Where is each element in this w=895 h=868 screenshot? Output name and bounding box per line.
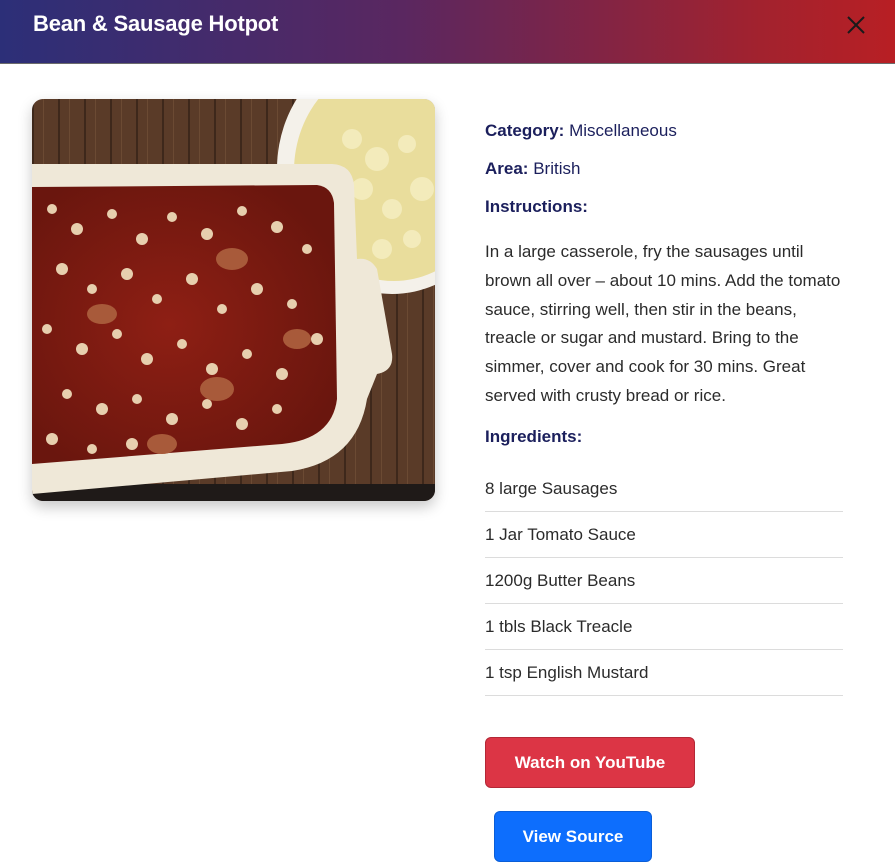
instructions-text: In a large casserole, fry the sausages u… [485,242,841,405]
close-icon [847,16,865,34]
ingredient-item: 8 large Sausages [485,466,843,512]
ingredient-item: 1 tbls Black Treacle [485,604,843,650]
close-button[interactable] [840,10,872,42]
ingredients-heading: Ingredients: [485,427,583,446]
recipe-image [32,99,435,501]
area-row: Area: British [485,159,580,179]
ingredients-list: 8 large Sausages 1 Jar Tomato Sauce 1200… [485,466,843,696]
area-label: Area: [485,159,529,178]
category-label: Category: [485,121,565,140]
category-row: Category: Miscellaneous [485,121,677,141]
category-value: Miscellaneous [569,121,677,140]
instructions-heading: Instructions: [485,197,588,216]
ingredient-item: 1 Jar Tomato Sauce [485,512,843,558]
modal-title: Bean & Sausage Hotpot [33,11,279,36]
view-source-button[interactable]: View Source [494,811,652,862]
ingredient-item: 1 tsp English Mustard [485,650,843,696]
modal-header: Bean & Sausage Hotpot [0,0,895,64]
watch-on-youtube-button[interactable]: Watch on YouTube [485,737,695,788]
area-value: British [533,159,581,178]
ingredient-item: 1200g Butter Beans [485,558,843,604]
